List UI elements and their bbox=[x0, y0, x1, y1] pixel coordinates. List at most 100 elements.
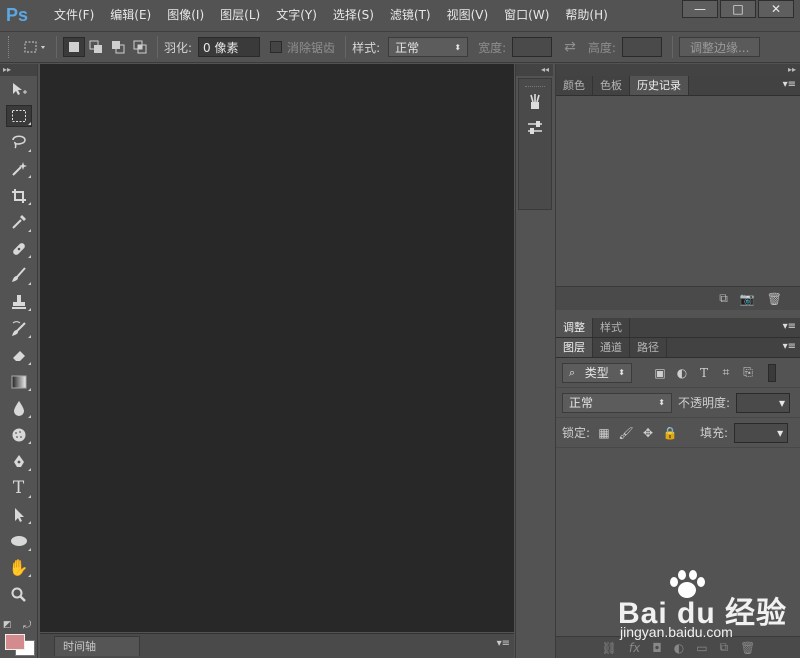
menu-window[interactable]: 窗口(W) bbox=[496, 0, 557, 31]
new-group-icon[interactable]: ▭ bbox=[696, 641, 707, 655]
menu-edit[interactable]: 编辑(E) bbox=[102, 0, 159, 31]
stamp-tool-icon[interactable] bbox=[0, 289, 37, 316]
swap-icon[interactable]: ⇄ bbox=[564, 39, 576, 55]
add-mask-icon[interactable]: ◘ bbox=[652, 641, 662, 655]
subtract-selection-button[interactable] bbox=[107, 37, 129, 57]
minimize-button[interactable]: — bbox=[682, 0, 718, 18]
zoom-tool-icon[interactable] bbox=[0, 581, 37, 608]
tab-history[interactable]: 历史记录 bbox=[630, 76, 689, 95]
tools-collapse-icon[interactable]: ▸▸ bbox=[0, 64, 37, 76]
marquee-tool-icon[interactable] bbox=[0, 103, 37, 130]
blur-tool-icon[interactable] bbox=[0, 395, 37, 422]
refine-edge-button[interactable]: 调整边缘... bbox=[678, 37, 761, 57]
type-tool-icon[interactable]: T bbox=[0, 475, 37, 502]
style-select[interactable]: 正常 ⬍ bbox=[388, 37, 469, 57]
canvas-area[interactable] bbox=[40, 64, 514, 632]
menu-layer[interactable]: 图层(L) bbox=[212, 0, 268, 31]
marquee-preset-icon bbox=[24, 41, 45, 53]
foreground-color-swatch[interactable] bbox=[5, 634, 25, 650]
default-colors-icon[interactable]: ◩ bbox=[3, 620, 12, 630]
antialias-checkbox[interactable] bbox=[270, 41, 283, 53]
healing-tool-icon[interactable] bbox=[0, 236, 37, 263]
dodge-tool-icon[interactable] bbox=[0, 422, 37, 449]
tab-paths[interactable]: 路径 bbox=[630, 338, 667, 357]
link-layers-icon[interactable]: ⛓ bbox=[602, 641, 617, 655]
dock-grip[interactable] bbox=[525, 81, 545, 87]
tab-channels[interactable]: 通道 bbox=[593, 338, 630, 357]
layer-filter-select[interactable]: ⌕ 类型 ⬍ bbox=[562, 362, 632, 383]
menu-file[interactable]: 文件(F) bbox=[46, 0, 102, 31]
blend-row: 正常 ⬍ 不透明度: ▾ bbox=[556, 388, 800, 418]
add-selection-button[interactable] bbox=[85, 37, 107, 57]
history-brush-tool-icon[interactable] bbox=[0, 315, 37, 342]
ellipse-tool-icon[interactable] bbox=[0, 528, 37, 555]
adjustment-filter-icon[interactable]: ◐ bbox=[674, 366, 690, 380]
lasso-tool-icon[interactable] bbox=[0, 129, 37, 156]
gradient-tool-icon[interactable] bbox=[0, 369, 37, 396]
shape-filter-icon[interactable]: ⌗ bbox=[718, 365, 734, 380]
fill-input[interactable]: ▾ bbox=[734, 422, 789, 443]
panel-menu-icon[interactable]: ▾≡ bbox=[497, 638, 510, 649]
smart-object-filter-icon[interactable]: ⎘ bbox=[740, 365, 756, 380]
filter-toggle[interactable] bbox=[768, 363, 776, 382]
trash-icon[interactable]: 🗑 bbox=[767, 292, 782, 306]
tab-styles[interactable]: 样式 bbox=[593, 318, 630, 337]
blend-mode-select[interactable]: 正常 ⬍ bbox=[562, 392, 672, 413]
type-filter-icon[interactable]: T bbox=[696, 366, 712, 380]
tool-presets-icon[interactable] bbox=[519, 89, 551, 115]
menu-view[interactable]: 视图(V) bbox=[439, 0, 497, 31]
right-collapse-icon[interactable]: ▸▸ bbox=[556, 64, 800, 76]
new-document-from-state-icon[interactable]: ⧉ bbox=[719, 291, 728, 306]
move-tool-icon[interactable] bbox=[0, 76, 37, 103]
path-selection-tool-icon[interactable] bbox=[0, 502, 37, 529]
new-selection-button[interactable] bbox=[63, 37, 85, 57]
hand-tool-icon[interactable]: ✋ bbox=[0, 555, 37, 582]
menu-help[interactable]: 帮助(H) bbox=[557, 0, 615, 31]
timeline-tab[interactable]: 时间轴 bbox=[54, 636, 140, 656]
tab-swatches[interactable]: 色板 bbox=[593, 76, 630, 95]
height-input[interactable] bbox=[621, 37, 662, 57]
panel-menu-icon[interactable]: ▾≡ bbox=[783, 341, 796, 352]
lock-row: 锁定: ▦ 🖌 ✥ 🔒 填充: ▾ bbox=[556, 418, 800, 448]
lock-all-icon[interactable]: 🔒 bbox=[662, 426, 678, 440]
menu-select[interactable]: 选择(S) bbox=[325, 0, 382, 31]
options-grip[interactable] bbox=[8, 36, 12, 58]
opacity-input[interactable]: ▾ bbox=[736, 392, 791, 413]
brush-tool-icon[interactable] bbox=[0, 262, 37, 289]
crop-tool-icon[interactable] bbox=[0, 182, 37, 209]
fx-icon[interactable]: fx bbox=[629, 641, 640, 655]
tool-preset-picker[interactable] bbox=[22, 37, 50, 57]
lock-transparent-icon[interactable]: ▦ bbox=[596, 426, 612, 440]
layers-footer: ⛓ fx ◘ ◐ ▭ ⧉ 🗑 bbox=[556, 636, 800, 658]
pixel-filter-icon[interactable]: ▣ bbox=[652, 366, 668, 380]
pen-tool-icon[interactable] bbox=[0, 448, 37, 475]
eraser-tool-icon[interactable] bbox=[0, 342, 37, 369]
tab-adjustments[interactable]: 调整 bbox=[556, 318, 593, 337]
close-button[interactable]: ✕ bbox=[758, 0, 794, 18]
history-footer: ⧉ 📷 🗑 bbox=[556, 286, 800, 310]
dock-collapse-icon[interactable]: ◂◂ bbox=[516, 64, 553, 76]
history-tabbar: 颜色 色板 历史记录 ▾≡ bbox=[556, 76, 800, 96]
intersect-selection-button[interactable] bbox=[129, 37, 151, 57]
magic-wand-tool-icon[interactable] bbox=[0, 156, 37, 183]
properties-icon[interactable] bbox=[519, 115, 551, 141]
camera-icon[interactable]: 📷 bbox=[740, 292, 755, 306]
tab-layers[interactable]: 图层 bbox=[556, 338, 593, 357]
feather-input[interactable]: 0 像素 bbox=[198, 37, 261, 57]
lock-position-icon[interactable]: ✥ bbox=[640, 426, 656, 440]
maximize-button[interactable]: □ bbox=[720, 0, 756, 18]
new-adjustment-icon[interactable]: ◐ bbox=[674, 641, 684, 655]
menu-filter[interactable]: 滤镜(T) bbox=[382, 0, 439, 31]
ps-logo: Ps bbox=[5, 5, 29, 25]
menu-image[interactable]: 图像(I) bbox=[159, 0, 212, 31]
panel-menu-icon[interactable]: ▾≡ bbox=[783, 321, 796, 332]
lock-image-icon[interactable]: 🖌 bbox=[618, 426, 634, 440]
trash-icon[interactable]: 🗑 bbox=[740, 641, 755, 655]
panel-menu-icon[interactable]: ▾≡ bbox=[783, 79, 796, 90]
eyedropper-tool-icon[interactable] bbox=[0, 209, 37, 236]
new-layer-icon[interactable]: ⧉ bbox=[720, 640, 729, 655]
menu-type[interactable]: 文字(Y) bbox=[268, 0, 325, 31]
width-input[interactable] bbox=[512, 37, 553, 57]
swap-colors-icon[interactable]: ⤾ bbox=[23, 620, 31, 631]
tab-color[interactable]: 颜色 bbox=[556, 76, 593, 95]
